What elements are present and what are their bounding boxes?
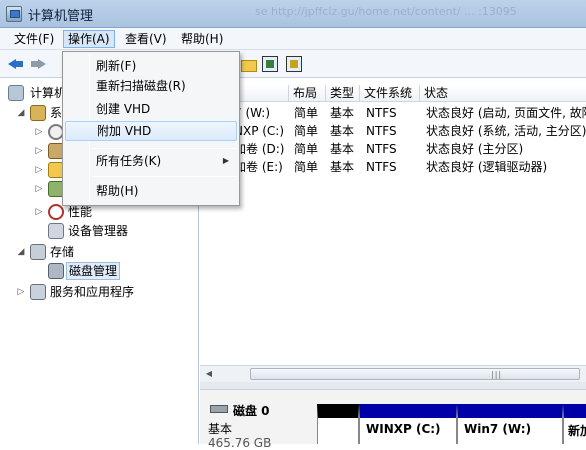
collapsed-triangle-icon[interactable]: ▷ (34, 123, 44, 141)
menu-help[interactable]: 帮助(H) (177, 30, 227, 48)
tree-item-disk-management[interactable]: 磁盘管理 (48, 262, 196, 280)
disk-management-icon (48, 263, 64, 279)
window-title: 计算机管理 (28, 9, 94, 24)
collapsed-triangle-icon[interactable]: ▷ (34, 142, 44, 160)
computer-icon (8, 85, 24, 101)
horizontal-scrollbar[interactable]: ◀ ||| (200, 365, 586, 382)
volume-name: 7 (W:) (234, 106, 271, 120)
action-menu-dropdown: 刷新(F) 重新扫描磁盘(R) 创建 VHD 附加 VHD 所有任务(K) ▶ … (62, 51, 240, 206)
partition-win7[interactable]: Win7 (W:) (457, 404, 563, 444)
volume-status: 状态良好 (逻辑驱动器) (426, 160, 548, 174)
volume-fs: NTFS (366, 124, 397, 138)
help-toolbar-icon[interactable] (286, 56, 302, 72)
volume-name: NXP (C:) (234, 124, 285, 138)
partition-label: Win7 (W:) (464, 422, 532, 436)
disk-size: 465.76 GB (208, 436, 272, 450)
disk-0-info[interactable]: 磁盘 0 基本 465.76 GB (206, 400, 316, 450)
volume-layout: 简单 (294, 124, 319, 138)
menu-action[interactable]: 操作(A) (63, 30, 115, 48)
tree-item-device-manager[interactable]: 设备管理器 (48, 222, 196, 240)
volume-status: 状态良好 (主分区) (426, 142, 524, 156)
tree-item-storage[interactable]: ◢ 存储 (16, 243, 196, 261)
disk-map-pane: 磁盘 0 基本 465.76 GB WINXP (C:) Win7 (W:) 新… (200, 390, 586, 450)
partition-label: 新加 (568, 424, 586, 438)
forward-arrow-icon[interactable] (30, 56, 46, 72)
column-type[interactable]: 类型 (326, 85, 360, 102)
disk-title: 磁盘 0 (233, 404, 270, 418)
properties-icon[interactable] (262, 56, 278, 72)
scrollbar-thumb[interactable]: ||| (250, 368, 580, 380)
services-icon (30, 284, 46, 300)
submenu-arrow-icon: ▶ (222, 156, 229, 165)
back-arrow-icon[interactable] (8, 56, 24, 72)
menu-item-create-vhd[interactable]: 创建 VHD (65, 99, 237, 119)
performance-icon (48, 204, 64, 220)
menu-separator (93, 176, 237, 177)
collapsed-triangle-icon[interactable]: ▷ (34, 180, 44, 198)
menu-file[interactable]: 文件(F) (10, 30, 58, 48)
volume-fs: NTFS (366, 106, 397, 120)
volume-type: 基本 (330, 106, 355, 120)
partition-unallocated[interactable] (317, 404, 359, 444)
volume-type: 基本 (330, 160, 355, 174)
menu-item-refresh[interactable]: 刷新(F) (65, 56, 237, 76)
volume-fs: NTFS (366, 142, 397, 156)
open-folder-icon[interactable] (240, 56, 257, 72)
volume-layout: 简单 (294, 106, 319, 120)
menu-bar: 文件(F) 操作(A) 查看(V) 帮助(H) (0, 28, 586, 50)
hard-disk-icon (210, 405, 228, 413)
partition-winxp[interactable]: WINXP (C:) (359, 404, 457, 444)
volume-layout: 简单 (294, 142, 319, 156)
menu-item-attach-vhd[interactable]: 附加 VHD (65, 121, 237, 141)
collapsed-triangle-icon[interactable]: ▷ (34, 203, 44, 221)
computer-management-icon (6, 6, 22, 22)
column-layout[interactable]: 布局 (289, 85, 326, 102)
device-manager-icon (48, 223, 64, 239)
volume-name: 加卷 (E:) (234, 160, 283, 174)
partition-new-volume[interactable]: 新加 (563, 404, 586, 444)
scroll-left-icon[interactable]: ◀ (203, 368, 215, 380)
column-status[interactable]: 状态 (420, 85, 586, 102)
column-filesystem[interactable]: 文件系统 (360, 85, 420, 102)
collapsed-triangle-icon[interactable]: ▷ (16, 283, 26, 301)
menu-item-label: 所有任务(K) (96, 154, 162, 168)
volume-layout: 简单 (294, 160, 319, 174)
partition-label: WINXP (C:) (366, 422, 441, 436)
menu-separator (93, 148, 237, 149)
expanded-triangle-icon[interactable]: ◢ (16, 243, 26, 261)
tree-item-services-apps[interactable]: ▷ 服务和应用程序 (16, 283, 196, 301)
system-tools-icon (30, 105, 46, 121)
volume-status: 状态良好 (启动, 页面文件, 故障 (426, 106, 586, 120)
scroll-grip-icon: ||| (491, 370, 503, 379)
volume-list-pane: 布局 类型 文件系统 状态 7 (W:) 简单 基本 NTFS 状态良好 (启动… (200, 79, 586, 450)
collapsed-triangle-icon[interactable]: ▷ (34, 161, 44, 179)
menu-item-rescan-disks[interactable]: 重新扫描磁盘(R) (65, 76, 237, 96)
volume-status: 状态良好 (系统, 活动, 主分区) (426, 124, 586, 138)
pane-splitter[interactable] (200, 382, 586, 390)
volume-fs: NTFS (366, 160, 397, 174)
volume-name: 加卷 (D:) (234, 142, 285, 156)
menu-item-all-tasks[interactable]: 所有任务(K) ▶ (65, 151, 237, 171)
title-bar[interactable]: 计算机管理 se http://jpffclz.gu/home.net/cont… (0, 0, 586, 28)
volume-type: 基本 (330, 142, 355, 156)
expanded-triangle-icon[interactable]: ◢ (16, 104, 26, 122)
volume-type: 基本 (330, 124, 355, 138)
menu-item-help[interactable]: 帮助(H) (65, 181, 237, 201)
disk-type: 基本 (208, 422, 233, 436)
menu-view[interactable]: 查看(V) (121, 30, 171, 48)
background-url-text: se http://jpffclz.gu/home.net/content/ .… (255, 5, 517, 18)
storage-icon (30, 244, 46, 260)
